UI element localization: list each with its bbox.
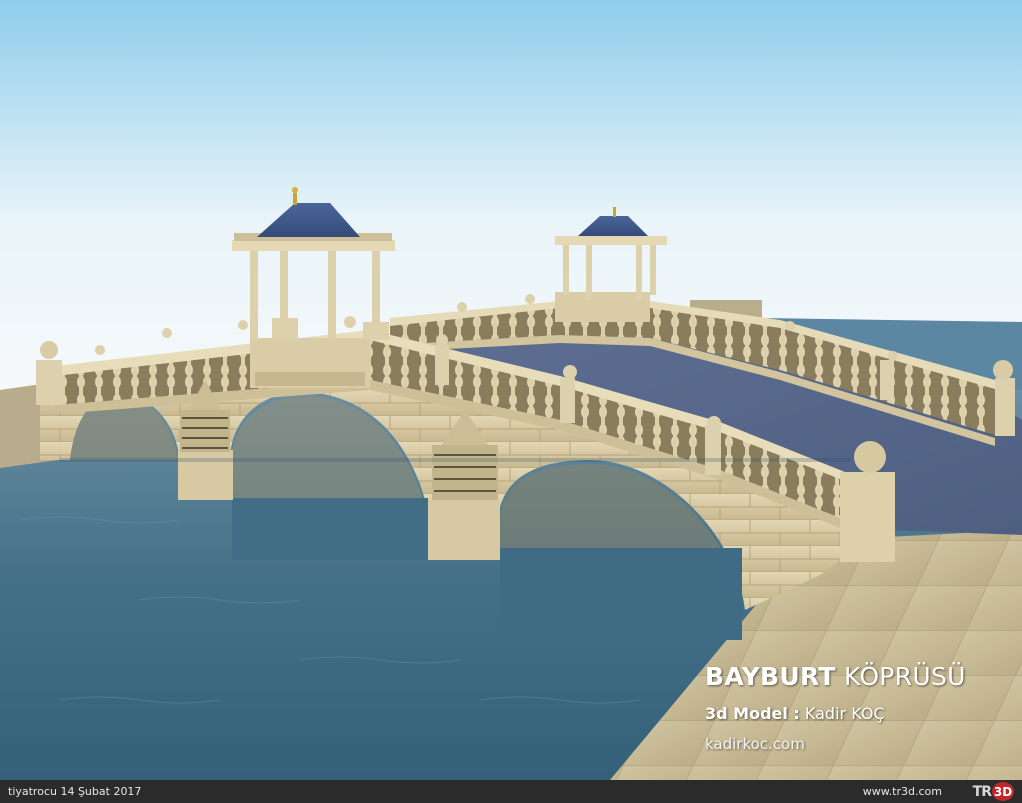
bridge-title: BAYBURT KÖPRÜSÜ (705, 662, 966, 691)
bridge-title-rest: KÖPRÜSÜ (835, 662, 966, 691)
logo-badge: 3D (992, 782, 1014, 801)
credit-name: Kadir KOÇ (799, 704, 885, 723)
uploader-info[interactable]: tiyatrocu 14 Şubat 2017 (8, 785, 141, 798)
footer-bar: tiyatrocu 14 Şubat 2017 www.tr3d.com TR 3… (0, 780, 1022, 803)
bridge-title-bold: BAYBURT (705, 662, 836, 691)
tr3d-logo[interactable]: TR 3D (973, 782, 1014, 801)
model-credit: 3d Model : Kadir KOÇ (705, 704, 885, 723)
credit-label: 3d Model : (705, 704, 800, 723)
site-url[interactable]: www.tr3d.com (863, 785, 942, 798)
logo-text: TR (972, 783, 992, 800)
author-website: kadirkoc.com (705, 735, 805, 753)
gazebo-right-base (555, 292, 650, 322)
